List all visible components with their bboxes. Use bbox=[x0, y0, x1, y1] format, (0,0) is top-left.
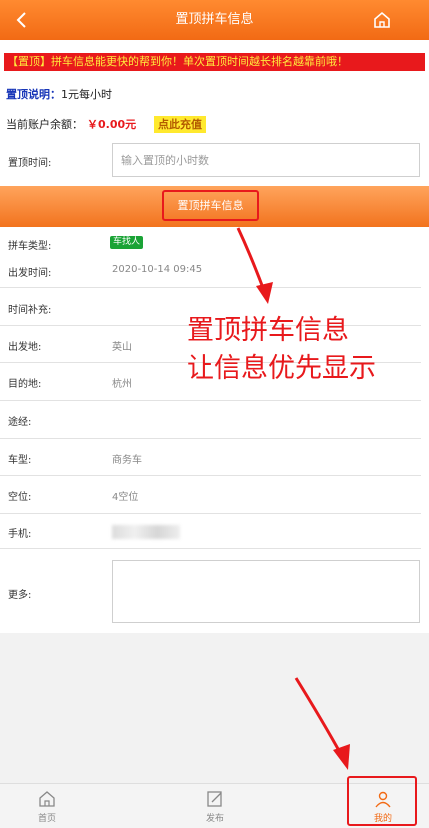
pin-submit-button[interactable]: 置顶拼车信息 bbox=[162, 190, 259, 221]
tab-label: 发布 bbox=[205, 814, 224, 824]
detail-row-via: 途经: bbox=[0, 401, 421, 439]
detail-label: 更多: bbox=[8, 590, 32, 601]
detail-row-type: 拼车类型: 车找人 bbox=[0, 227, 421, 261]
detail-value: 杭州 bbox=[112, 379, 132, 390]
detail-label: 出发时间: bbox=[8, 268, 52, 279]
balance-label: 当前账户余额： bbox=[6, 118, 83, 131]
detail-row-seats: 空位: 4空位 bbox=[0, 476, 421, 514]
home-icon bbox=[39, 791, 55, 807]
phone-blurred bbox=[112, 525, 180, 539]
more-textarea[interactable] bbox=[112, 560, 420, 623]
pin-description-label: 置顶说明： bbox=[6, 88, 61, 101]
annotation-line-1: 置顶拼车信息 bbox=[187, 315, 349, 346]
detail-value: 商务车 bbox=[112, 455, 142, 466]
top-nav-bar: 置顶拼车信息 bbox=[0, 0, 429, 40]
arrow-down-head bbox=[333, 744, 350, 770]
detail-row-depart-time: 出发时间: 2020-10-14 09:45 bbox=[0, 261, 421, 288]
annotation-line-2: 让信息优先显示 bbox=[187, 353, 376, 384]
detail-row-vehicle: 车型: 商务车 bbox=[0, 439, 421, 476]
pin-time-label: 置顶时间: bbox=[8, 158, 52, 169]
pin-form-panel: 【置顶】拼车信息能更快的帮到你！单次置顶时间越长排名越靠前哦！ 置顶说明：1元每… bbox=[0, 40, 429, 186]
balance-row: 当前账户余额： ￥0.00元 bbox=[6, 118, 136, 132]
detail-row-phone: 手机: bbox=[0, 514, 421, 549]
submit-bar: 置顶拼车信息 bbox=[0, 186, 429, 227]
notice-banner: 【置顶】拼车信息能更快的帮到你！单次置顶时间越长排名越靠前哦！ bbox=[4, 53, 425, 71]
detail-value: 英山 bbox=[112, 342, 132, 353]
tab-home[interactable]: 首页 bbox=[7, 784, 87, 828]
edit-icon bbox=[207, 791, 222, 807]
detail-label: 时间补充: bbox=[8, 305, 52, 316]
home-icon bbox=[374, 11, 390, 28]
detail-label: 拼车类型: bbox=[8, 241, 52, 252]
annotation-text: 置顶拼车信息 让信息优先显示 bbox=[187, 312, 417, 388]
pin-hours-input[interactable] bbox=[112, 143, 420, 177]
detail-label: 出发地: bbox=[8, 342, 42, 353]
tab-publish[interactable]: 发布 bbox=[175, 784, 255, 828]
detail-label: 空位: bbox=[8, 492, 32, 503]
arrow-down bbox=[294, 677, 344, 757]
detail-label: 途经: bbox=[8, 417, 32, 428]
pin-description: 置顶说明：1元每小时 bbox=[6, 88, 112, 102]
detail-value: 2020-10-14 09:45 bbox=[112, 264, 203, 275]
detail-label: 车型: bbox=[8, 455, 32, 466]
detail-value: 4空位 bbox=[112, 492, 139, 503]
ride-type-badge: 车找人 bbox=[110, 236, 144, 249]
balance-amount: ￥0.00元 bbox=[87, 118, 137, 131]
home-button[interactable] bbox=[368, 6, 396, 34]
detail-label: 目的地: bbox=[8, 379, 42, 390]
tab-label: 首页 bbox=[37, 814, 56, 824]
mine-tab-highlight bbox=[347, 776, 417, 826]
ride-details: 拼车类型: 车找人 出发时间: 2020-10-14 09:45 时间补充: 出… bbox=[0, 227, 429, 633]
page-title: 置顶拼车信息 bbox=[175, 12, 254, 27]
detail-label: 手机: bbox=[8, 529, 32, 540]
pin-description-value: 1元每小时 bbox=[61, 88, 112, 101]
recharge-button[interactable]: 点此充值 bbox=[154, 116, 206, 133]
